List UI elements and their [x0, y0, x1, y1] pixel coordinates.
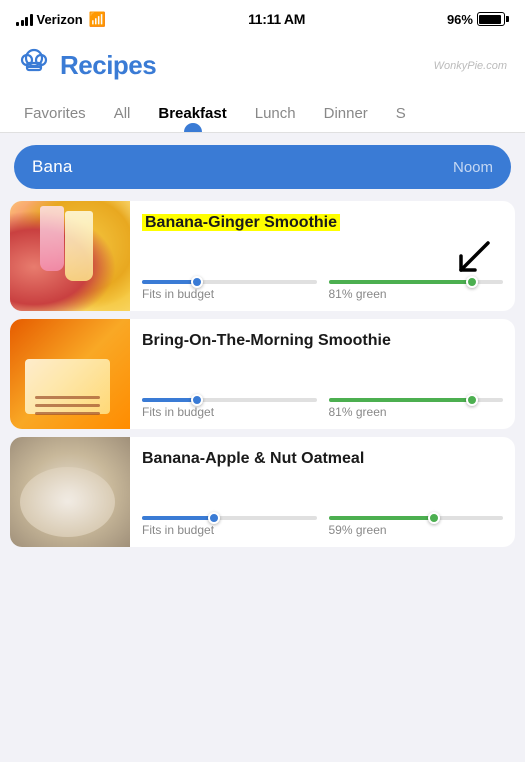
budget-metric: Fits in budget [142, 280, 317, 301]
carrier-label: Verizon [37, 12, 83, 27]
budget-label: Fits in budget [142, 523, 317, 537]
recipe-info: Banana-Ginger Smoothie Fits in budget [130, 201, 515, 311]
watermark: WonkyPie.com [434, 60, 507, 72]
app-title: Recipes [60, 50, 156, 81]
recipe-card-oatmeal[interactable]: Banana-Apple & Nut Oatmeal Fits in budge… [10, 437, 515, 547]
budget-metric: Fits in budget [142, 398, 317, 419]
budget-slider-thumb [208, 512, 220, 524]
recipe-card-morning-smoothie[interactable]: Bring-On-The-Morning Smoothie Fits in bu… [10, 319, 515, 429]
green-slider-thumb [428, 512, 440, 524]
tab-favorites[interactable]: Favorites [10, 97, 100, 132]
budget-slider-thumb [191, 276, 203, 288]
tab-s[interactable]: S [382, 97, 420, 132]
battery-icon [477, 12, 509, 26]
chef-hat-icon [18, 46, 50, 85]
signal-bars-icon [16, 13, 33, 26]
metric-row: Fits in budget 81% green [142, 280, 503, 301]
green-label: 81% green [329, 405, 504, 419]
budget-slider-fill [142, 398, 194, 402]
budget-label: Fits in budget [142, 287, 317, 301]
status-left: Verizon 📶 [16, 11, 106, 28]
battery-percentage: 96% [447, 12, 473, 27]
recipe-card-banana-ginger-smoothie[interactable]: Banana-Ginger Smoothie Fits in budget [10, 201, 515, 311]
status-right: 96% [447, 12, 509, 27]
green-metric: 81% green [329, 398, 504, 419]
green-slider-fill [329, 516, 432, 520]
recipe-info: Banana-Apple & Nut Oatmeal Fits in budge… [130, 437, 515, 547]
time-label: 11:11 AM [248, 11, 305, 27]
recipe-info: Bring-On-The-Morning Smoothie Fits in bu… [130, 319, 515, 429]
budget-slider-track [142, 516, 317, 520]
search-label: Noom [453, 159, 493, 176]
tab-breakfast[interactable]: Breakfast [144, 97, 240, 132]
category-tabs: Favorites All Breakfast Lunch Dinner S [0, 97, 525, 132]
app-header: Recipes WonkyPie.com [0, 36, 525, 95]
recipe-metrics: Fits in budget 59% green [142, 516, 503, 537]
recipe-title: Bring-On-The-Morning Smoothie [142, 331, 503, 352]
green-slider-thumb [466, 276, 478, 288]
metric-row: Fits in budget 59% green [142, 516, 503, 537]
budget-slider-track [142, 280, 317, 284]
search-input-value: Bana [32, 157, 453, 177]
green-slider-track [329, 280, 504, 284]
green-slider-track [329, 516, 504, 520]
highlighted-title: Banana-Ginger Smoothie [142, 214, 340, 231]
green-metric: 59% green [329, 516, 504, 537]
status-bar: Verizon 📶 11:11 AM 96% [0, 0, 525, 36]
tab-all[interactable]: All [100, 97, 145, 132]
green-slider-thumb [466, 394, 478, 406]
budget-metric: Fits in budget [142, 516, 317, 537]
recipe-image-toast [10, 319, 130, 429]
metric-row: Fits in budget 81% green [142, 398, 503, 419]
budget-slider-thumb [191, 394, 203, 406]
green-slider-fill [329, 280, 470, 284]
recipe-title: Banana-Ginger Smoothie [142, 213, 503, 234]
green-slider-track [329, 398, 504, 402]
tab-lunch[interactable]: Lunch [241, 97, 310, 132]
tab-dinner[interactable]: Dinner [310, 97, 382, 132]
tabs-container: Favorites All Breakfast Lunch Dinner S [0, 95, 525, 133]
wifi-icon: 📶 [89, 11, 106, 28]
budget-slider-fill [142, 516, 212, 520]
recipe-list: Banana-Ginger Smoothie Fits in budget [0, 201, 525, 547]
green-metric: 81% green [329, 280, 504, 301]
recipe-metrics: Fits in budget 81% green [142, 398, 503, 419]
budget-slider-track [142, 398, 317, 402]
search-bar[interactable]: Bana Noom [14, 145, 511, 189]
recipe-metrics: Fits in budget 81% green [142, 280, 503, 301]
green-label: 59% green [329, 523, 504, 537]
recipe-title: Banana-Apple & Nut Oatmeal [142, 449, 503, 470]
recipe-image-smoothie [10, 201, 130, 311]
budget-slider-fill [142, 280, 194, 284]
recipe-image-oatmeal [10, 437, 130, 547]
budget-label: Fits in budget [142, 405, 317, 419]
green-label: 81% green [329, 287, 504, 301]
green-slider-fill [329, 398, 470, 402]
